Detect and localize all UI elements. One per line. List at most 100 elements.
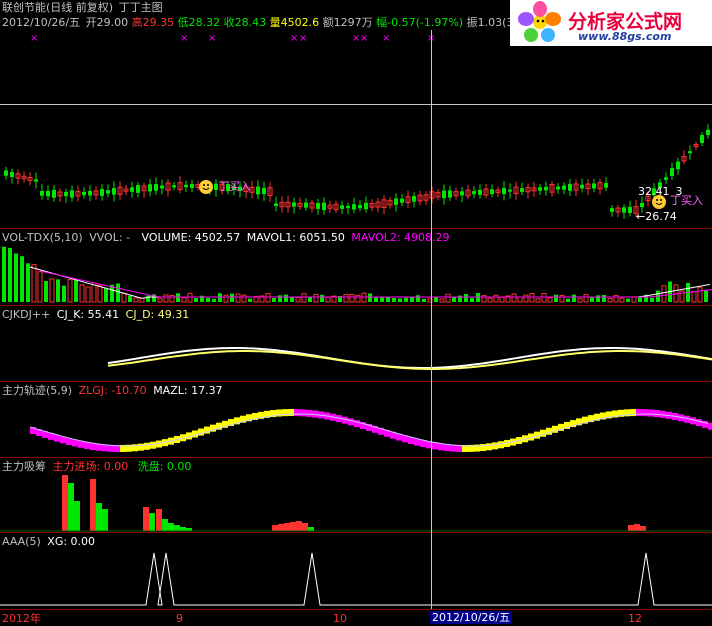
volume-bar-up xyxy=(187,292,193,303)
price-low-marker: ←26.74 xyxy=(636,210,677,223)
track-chart[interactable] xyxy=(0,382,712,457)
kdj-pane[interactable] xyxy=(0,306,712,381)
volume-bar-up xyxy=(49,278,55,303)
track-block xyxy=(288,409,294,417)
volume-bar-up xyxy=(241,294,247,303)
absorb-bar xyxy=(156,509,162,531)
candle-body-down xyxy=(706,129,710,136)
candle-body-down xyxy=(346,205,350,209)
signal-x-marker: × xyxy=(290,33,298,44)
candle-body-down xyxy=(562,185,566,190)
volume-bar-up xyxy=(31,264,37,303)
candle-body-down xyxy=(490,189,494,195)
volume-bar-down xyxy=(398,298,402,302)
track-block xyxy=(696,419,702,427)
open-label: 开 xyxy=(85,16,97,29)
volume-bar-up xyxy=(559,294,565,303)
volume-bar-down xyxy=(290,297,294,302)
volume-bar-down xyxy=(8,247,12,302)
candle-body-down xyxy=(688,151,692,154)
amplitude-value: 1.03(3 xyxy=(477,16,514,29)
volume-bar-up xyxy=(445,293,451,303)
candle-body-down xyxy=(88,190,92,196)
candle-body-down xyxy=(64,191,68,197)
volume-bar-up xyxy=(355,294,361,303)
volume-bar-up xyxy=(631,296,637,303)
volume-bar-up xyxy=(157,298,163,303)
absorb-bar xyxy=(634,524,640,531)
volume-bar-down xyxy=(422,298,426,302)
volume-bar-up xyxy=(511,293,517,303)
absorb-bar xyxy=(162,519,168,531)
mavol2-line xyxy=(39,270,712,298)
ohlc-info-bar: 2012/10/26/五 开29.00 高29.35 低28.32 收28.43… xyxy=(2,16,513,29)
candle-body-down xyxy=(568,183,572,191)
track-block xyxy=(636,409,642,417)
volume-bar-up xyxy=(697,287,703,303)
low-label: 低 xyxy=(177,16,189,29)
volume-bar-down xyxy=(464,293,468,302)
volume-bar-up xyxy=(547,297,553,303)
candle-body-down xyxy=(160,185,164,189)
volume-pane[interactable] xyxy=(0,229,712,306)
signal-x-marker: × xyxy=(299,33,307,44)
track-block xyxy=(540,429,546,437)
volume-bar-down xyxy=(278,295,282,302)
volume-chart[interactable] xyxy=(0,229,712,306)
volume-bar-up xyxy=(163,294,169,303)
aaa-chart[interactable] xyxy=(0,533,712,609)
candle-body-down xyxy=(472,191,476,195)
volume-bar-down xyxy=(392,297,396,302)
absorb-bar xyxy=(302,523,308,531)
absorb-bar xyxy=(174,525,180,531)
candle-body-down xyxy=(82,191,86,196)
candle-body-down xyxy=(322,202,326,211)
candle-body-down xyxy=(580,184,584,189)
absorb-chart[interactable] xyxy=(0,458,712,532)
volume-bar-up xyxy=(313,293,319,303)
absorb-bar xyxy=(96,503,102,531)
track-pane[interactable] xyxy=(0,382,712,457)
main-chart-indicator-name[interactable]: 丁丁主图 xyxy=(119,1,163,14)
volume-bar-down xyxy=(14,253,18,302)
candle-body-down xyxy=(520,188,524,192)
volume-bar-up xyxy=(613,294,619,303)
candle-body-down xyxy=(112,188,116,195)
volume-bar-up xyxy=(295,297,301,303)
absorb-bar xyxy=(90,479,96,531)
absorb-bar xyxy=(74,501,80,531)
volume-bar-up xyxy=(535,298,541,303)
time-label-year: 2012年 xyxy=(2,612,41,625)
candle-body-down xyxy=(358,204,362,209)
absorb-bar xyxy=(278,524,284,531)
absorb-bar xyxy=(628,525,634,531)
main-price-pane[interactable]: ××××××××× 32.413 ←26.74 丁买入 丁买入 xyxy=(0,30,712,228)
aaa-pane[interactable] xyxy=(0,533,712,609)
volume-bar-up xyxy=(523,294,529,303)
track-block xyxy=(348,418,354,426)
crosshair-horizontal xyxy=(0,104,712,105)
volume-bar-down xyxy=(476,293,480,302)
absorb-bar xyxy=(62,475,68,531)
volume-bar-up xyxy=(37,271,43,303)
absorb-bar xyxy=(290,522,296,531)
volume-bar-down xyxy=(308,297,312,302)
stock-chart-window: 联创节能(日线 前复权) 丁丁主图 2012/10/26/五 开29.00 高2… xyxy=(0,0,712,626)
candle-body-down xyxy=(274,203,278,207)
absorb-bar xyxy=(272,525,278,531)
candle-body-down xyxy=(364,202,368,210)
track-block xyxy=(84,441,90,449)
volume-bar-down xyxy=(74,279,78,302)
volume-bar-up xyxy=(181,297,187,303)
volume-bar-down xyxy=(452,296,456,302)
volume-bar-down xyxy=(56,279,60,302)
volume-bar-up xyxy=(85,286,91,303)
candlestick-chart[interactable]: ××××××××× xyxy=(0,30,712,228)
candle-body-down xyxy=(190,183,194,189)
candle-body-down xyxy=(292,202,296,207)
smiley-eye xyxy=(203,184,205,186)
kdj-chart[interactable] xyxy=(0,306,712,381)
absorb-pane[interactable] xyxy=(0,458,712,532)
volume-bar-up xyxy=(349,293,355,303)
time-axis[interactable]: 2012年 9 10 2012/10/26/五 12 xyxy=(0,609,712,626)
